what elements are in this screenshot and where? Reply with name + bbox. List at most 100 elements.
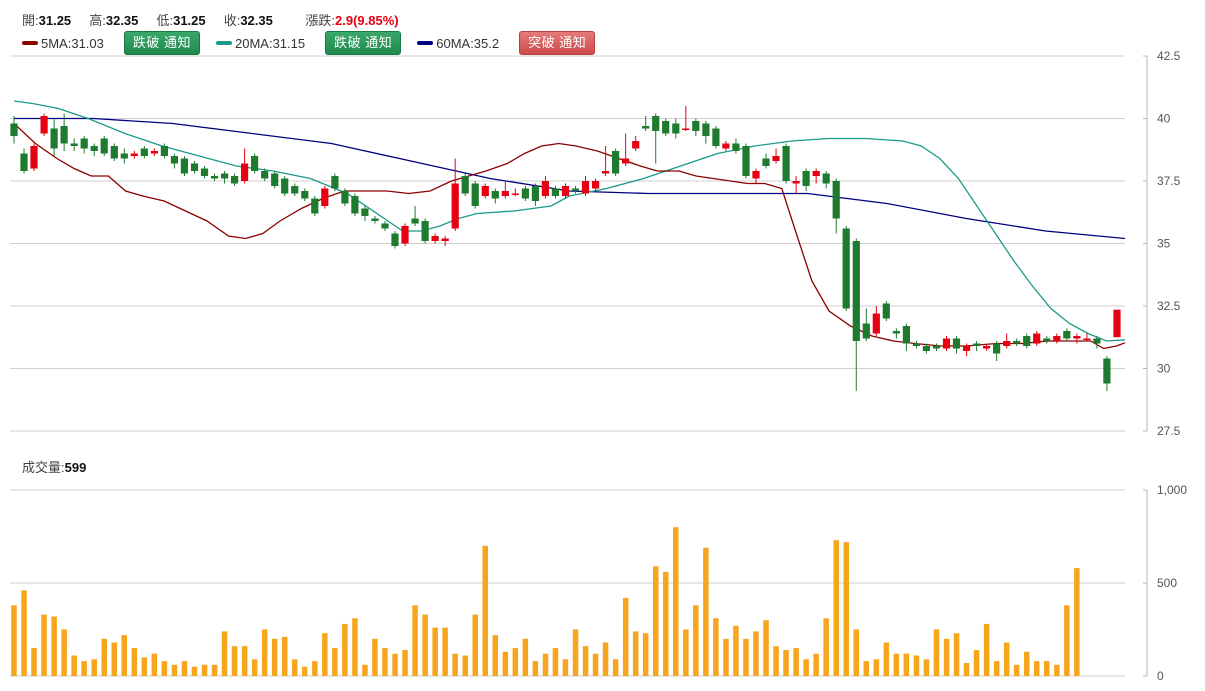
price-grid: [10, 55, 1148, 432]
price-tick-label: 32.5: [1157, 299, 1181, 313]
volume-bar: [261, 629, 268, 676]
candle-body: [902, 326, 910, 344]
candle-body: [551, 188, 559, 196]
volume-bar: [312, 661, 318, 676]
candle-body: [371, 218, 379, 221]
candle: [391, 231, 399, 249]
candle-body: [301, 191, 309, 199]
candle: [742, 143, 750, 179]
candle-body: [461, 176, 469, 194]
candle-body: [90, 146, 98, 151]
volume-bar: [332, 648, 338, 676]
candle-body: [662, 121, 670, 134]
candle-body: [692, 121, 700, 131]
volume-bar: [502, 651, 509, 676]
candle-body: [10, 123, 18, 136]
candle-body: [722, 143, 730, 149]
price-tick-label: 37.5: [1157, 174, 1181, 188]
candle: [140, 146, 148, 159]
candle: [441, 236, 449, 246]
candle: [471, 181, 479, 209]
candle: [672, 118, 680, 139]
candle: [1113, 309, 1121, 338]
candle-body: [1063, 331, 1071, 339]
volume-bar: [442, 627, 448, 676]
volume-bar: [673, 527, 679, 676]
candle: [511, 188, 519, 196]
candle: [90, 143, 98, 156]
volume-bar: [141, 657, 148, 676]
candle: [331, 173, 339, 191]
volume-bar: [241, 646, 248, 676]
candle: [381, 221, 389, 231]
volume-bar: [342, 623, 348, 676]
candle-body: [281, 178, 289, 194]
candle: [401, 223, 409, 246]
candle-body: [1033, 333, 1041, 344]
candle-body: [932, 346, 941, 349]
candle-body: [100, 138, 108, 154]
candle-body: [231, 176, 239, 184]
volume-bar: [231, 646, 238, 676]
volume-bar: [903, 653, 910, 676]
price-tick-label: 35: [1157, 237, 1171, 251]
candle: [501, 181, 509, 199]
candle: [732, 138, 740, 154]
volume-bar: [221, 631, 228, 676]
candle-body: [531, 186, 539, 201]
candle: [170, 153, 178, 169]
candle-body: [471, 183, 479, 206]
volume-bar: [362, 664, 368, 676]
candle: [1013, 338, 1021, 346]
ma5-line: [13, 123, 1126, 350]
candle-body: [872, 313, 880, 334]
volume-bar: [893, 653, 900, 676]
candle-body: [702, 123, 710, 136]
candle: [942, 336, 951, 351]
candle-body: [130, 153, 138, 156]
candle-body: [30, 146, 38, 169]
candle: [130, 151, 138, 159]
candle-body: [882, 303, 890, 319]
price-tick-label: 27.5: [1157, 424, 1181, 438]
candle-body: [541, 181, 549, 196]
candle-body: [331, 176, 339, 189]
candle-body: [812, 171, 820, 176]
volume-bar: [632, 631, 639, 676]
candle-body: [782, 146, 790, 181]
volume-bar: [171, 664, 178, 676]
candle-body: [1073, 336, 1081, 339]
candle: [451, 158, 459, 231]
volume-bar: [412, 605, 418, 676]
candle-body: [892, 331, 900, 334]
volume-bar: [352, 618, 358, 676]
candle: [241, 148, 249, 184]
volume-tick-label: 0: [1157, 669, 1164, 683]
candle-body: [632, 141, 640, 149]
candle-body: [592, 181, 600, 189]
candle-body: [762, 158, 770, 166]
volume-bar: [472, 614, 478, 676]
candle: [291, 183, 299, 196]
candle-body: [210, 176, 219, 179]
candle: [592, 178, 600, 191]
candle-body: [341, 191, 349, 204]
candle-body: [973, 343, 981, 346]
candle: [822, 171, 830, 189]
moving-averages: [13, 100, 1126, 350]
candle: [40, 113, 48, 136]
volume-bar: [372, 638, 378, 676]
candle: [50, 118, 58, 156]
candle: [973, 341, 981, 351]
candle: [882, 301, 890, 321]
candle: [120, 148, 128, 164]
volume-bar: [71, 655, 77, 676]
volume-bar: [552, 648, 559, 676]
candle: [361, 206, 369, 221]
candle-body: [321, 188, 329, 206]
candle: [100, 136, 108, 156]
candle: [541, 176, 549, 199]
volume-bar: [542, 653, 549, 676]
volume-bar: [582, 646, 589, 676]
candle-body: [391, 233, 399, 246]
